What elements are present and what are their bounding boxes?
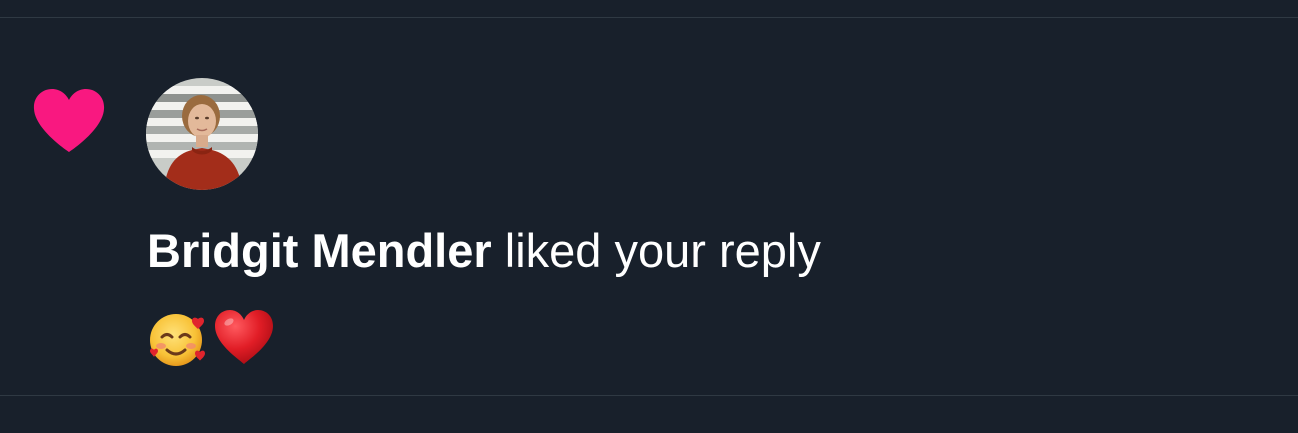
actor-name[interactable]: Bridgit Mendler xyxy=(147,224,492,277)
red-heart-emoji xyxy=(215,310,273,364)
notifications-page: Bridgit Mendler liked your reply xyxy=(0,0,1298,433)
like-notification[interactable]: Bridgit Mendler liked your reply xyxy=(0,18,1298,395)
reply-content xyxy=(146,306,276,370)
user-avatar[interactable] xyxy=(146,78,258,190)
heart-icon xyxy=(33,89,105,152)
smiling-face-with-hearts-emoji xyxy=(150,314,205,366)
bottom-divider xyxy=(0,395,1298,396)
action-text: liked your reply xyxy=(491,224,821,277)
notification-message: Bridgit Mendler liked your reply xyxy=(147,221,821,281)
